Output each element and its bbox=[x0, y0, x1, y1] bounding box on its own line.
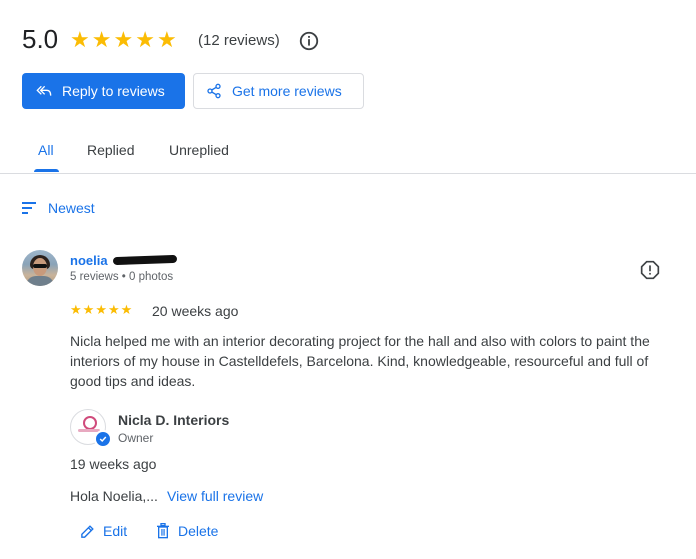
trash-icon bbox=[157, 523, 169, 539]
star-icon: ★ bbox=[91, 27, 112, 52]
star-icon: ★ bbox=[156, 27, 177, 52]
reviewer-avatar[interactable] bbox=[22, 250, 58, 286]
reply-to-reviews-button[interactable]: Reply to reviews bbox=[22, 73, 185, 109]
pencil-icon bbox=[81, 524, 94, 538]
get-more-reviews-label: Get more reviews bbox=[232, 83, 342, 99]
edit-button[interactable]: Edit bbox=[80, 523, 127, 539]
owner-name: Nicla D. Interiors bbox=[118, 412, 230, 428]
info-icon[interactable] bbox=[298, 30, 320, 52]
reply-all-icon bbox=[36, 85, 52, 96]
get-more-reviews-button[interactable]: Get more reviews bbox=[193, 73, 364, 109]
delete-button[interactable]: Delete bbox=[156, 523, 218, 539]
star-icon: ★ bbox=[70, 27, 90, 52]
reviewer-meta: 5 reviews • 0 photos bbox=[70, 271, 174, 283]
owner-role: Owner bbox=[118, 431, 154, 445]
sort-label: Newest bbox=[48, 200, 95, 216]
star-icon: ★ bbox=[135, 27, 155, 52]
reply-to-reviews-label: Reply to reviews bbox=[62, 83, 165, 99]
star-icon: ★ bbox=[107, 302, 120, 317]
reply-time: 19 weeks ago bbox=[70, 456, 157, 472]
review-count: (12 reviews) bbox=[198, 32, 280, 49]
delete-label: Delete bbox=[178, 523, 219, 539]
edit-label: Edit bbox=[103, 523, 128, 539]
review-text: Nicla helped me with an interior decorat… bbox=[70, 333, 650, 389]
tab-replied[interactable]: Replied bbox=[87, 142, 134, 158]
sort-dropdown[interactable]: Newest bbox=[22, 200, 95, 216]
star-icon: ★ bbox=[120, 302, 133, 317]
reviewer-name[interactable]: noelia bbox=[70, 253, 108, 268]
review-stars: ★ ★ ★ ★ ★ bbox=[70, 303, 132, 317]
sort-icon bbox=[22, 202, 36, 214]
rating-score: 5.0 bbox=[22, 24, 59, 54]
redaction-mark bbox=[112, 254, 178, 266]
active-tab-indicator bbox=[34, 169, 59, 172]
tab-unreplied[interactable]: Unreplied bbox=[169, 142, 229, 158]
verified-icon bbox=[94, 430, 112, 448]
star-icon: ★ bbox=[95, 302, 107, 317]
review-time: 20 weeks ago bbox=[152, 303, 239, 319]
tab-all[interactable]: All bbox=[38, 142, 54, 158]
star-icon: ★ bbox=[82, 302, 95, 317]
reply-text: Hola Noelia,... bbox=[70, 488, 158, 504]
rating-stars: ★ ★ ★ ★ ★ bbox=[70, 28, 177, 52]
tabs-divider bbox=[0, 173, 696, 174]
star-icon: ★ bbox=[113, 27, 134, 52]
star-icon: ★ bbox=[70, 302, 82, 317]
share-icon bbox=[207, 83, 221, 99]
view-full-review-link[interactable]: View full review bbox=[167, 488, 263, 504]
report-icon[interactable] bbox=[640, 260, 660, 280]
